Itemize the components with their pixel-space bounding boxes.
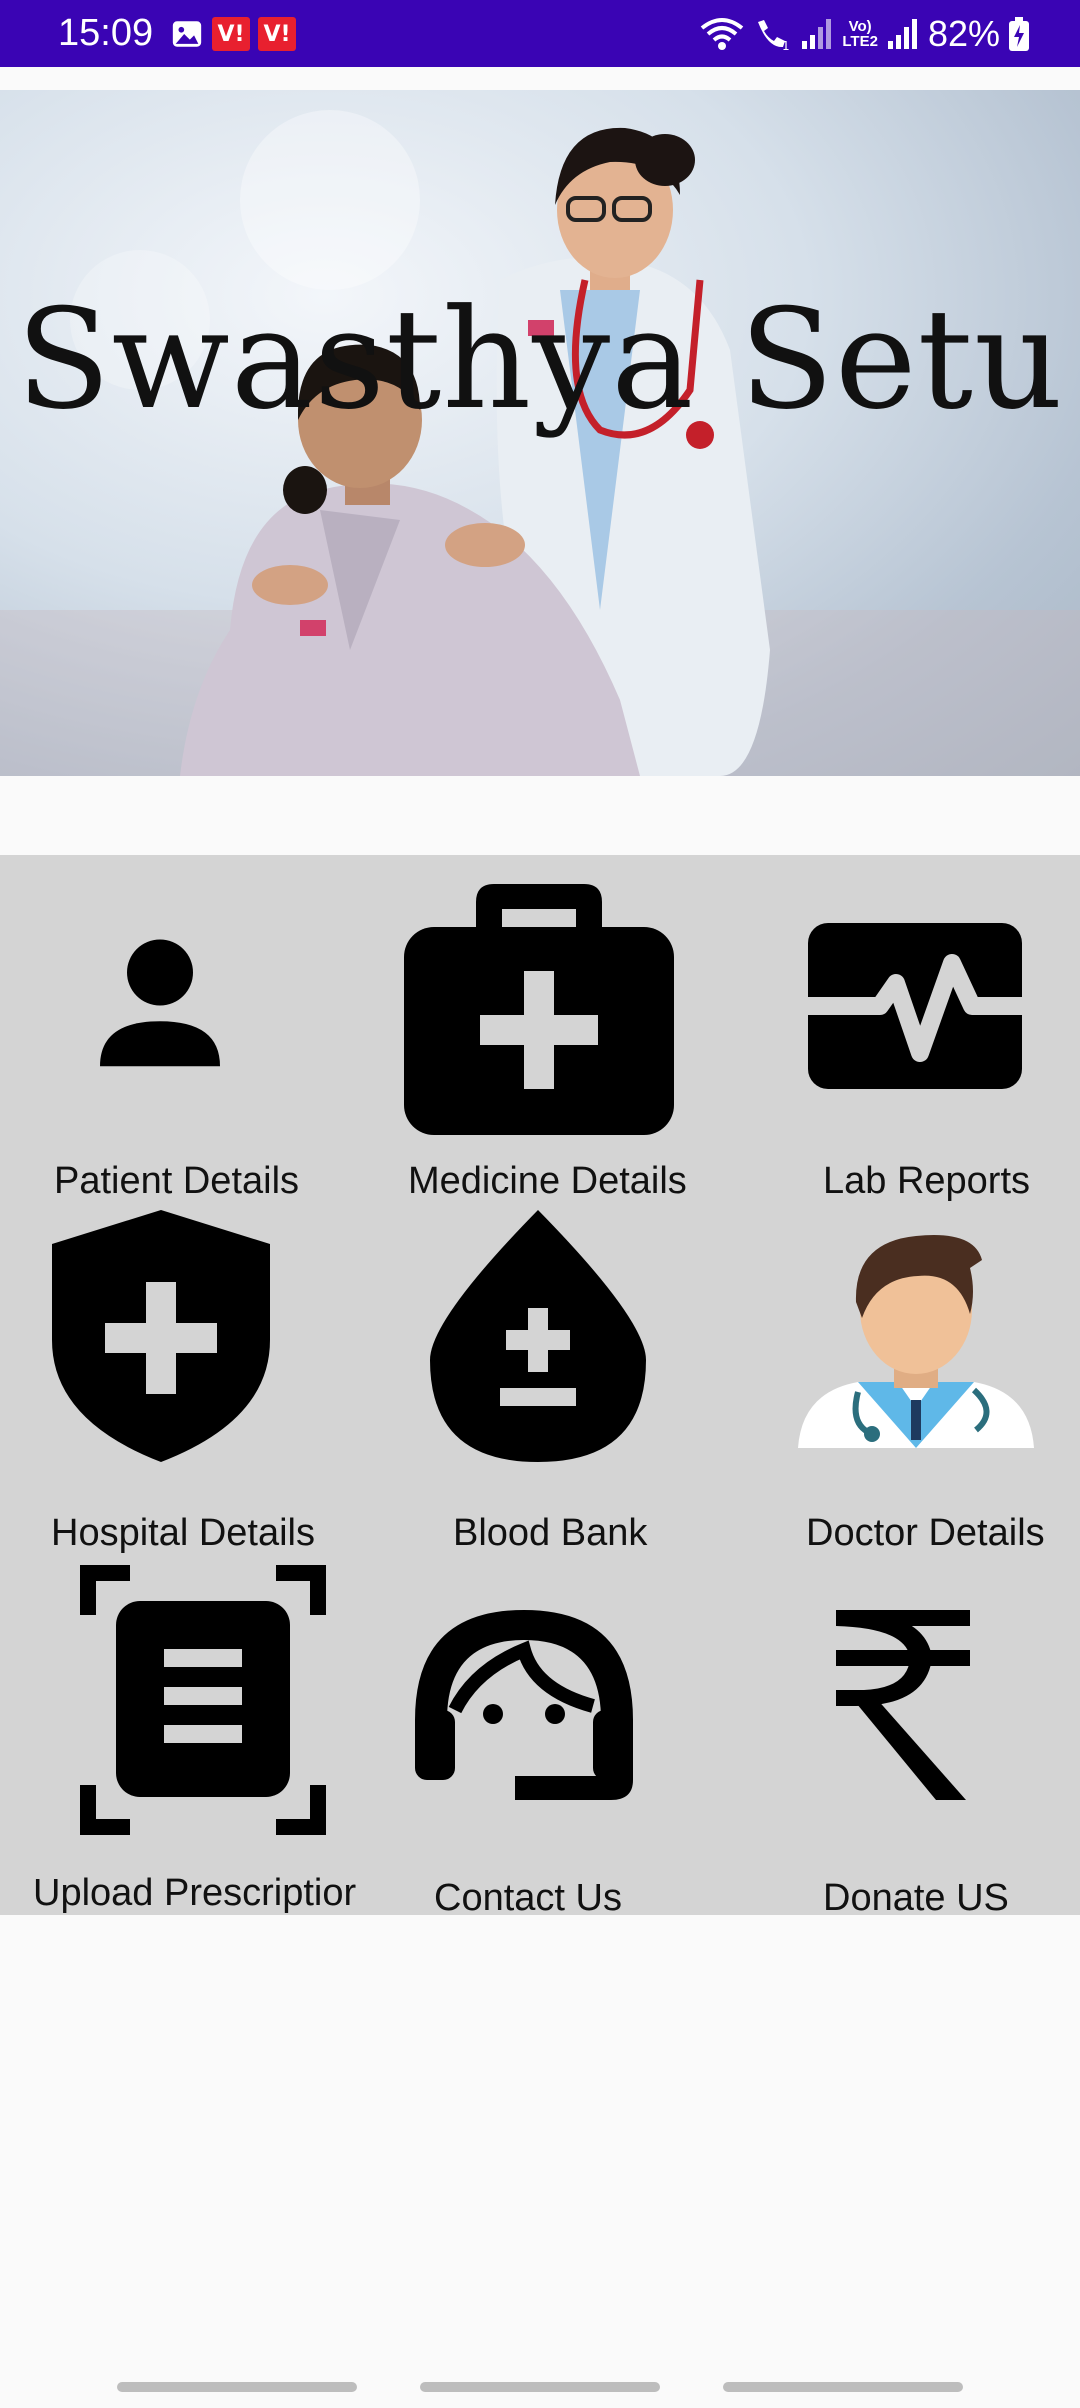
doctor-avatar-icon (798, 1235, 1034, 1448)
person-icon (100, 939, 220, 1067)
signal-sim2-icon (887, 19, 917, 49)
menu-item-lab-reports[interactable]: Lab Reports (720, 855, 1080, 1210)
wifi-call-icon: 1 (758, 20, 790, 52)
volte-line2: LTE2 (842, 33, 878, 50)
app-title: Swasthya Setu (16, 279, 1064, 440)
menu-item-label: Patient Details (54, 1160, 300, 1202)
menu-item-upload-prescription[interactable]: Upload Prescriptior (0, 1565, 360, 1915)
status-bar: 15:09 V! V! 1 Vo) LTE2 82% (0, 0, 1080, 67)
medical-bag-icon (404, 884, 674, 1135)
gallery-notification-icon (172, 21, 202, 47)
monitor-heart-icon (808, 923, 1022, 1089)
menu-item-label: Contact Us (434, 1877, 622, 1919)
hero-banner: Swasthya Setu (0, 90, 1080, 776)
nav-home-handle[interactable] (420, 2382, 660, 2392)
menu-item-label: Lab Reports (823, 1160, 1031, 1202)
menu-item-label: Medicine Details (408, 1160, 687, 1202)
battery-charging-icon (1009, 17, 1029, 51)
notification-icons: V! V! (170, 17, 296, 51)
volte-indicator: Vo) LTE2 (842, 19, 878, 49)
status-time: 15:09 (58, 12, 154, 54)
menu-item-label: Hospital Details (51, 1512, 315, 1554)
menu-item-blood-bank[interactable]: Blood Bank (360, 1210, 720, 1565)
menu-item-patient-details[interactable]: Patient Details (0, 855, 360, 1210)
menu-item-label: Blood Bank (453, 1512, 648, 1554)
shield-cross-icon (52, 1210, 270, 1462)
menu-item-hospital-details[interactable]: Hospital Details (0, 1210, 360, 1565)
menu-item-donate-us[interactable]: Donate US (720, 1565, 1080, 1919)
menu-item-medicine-details[interactable]: Medicine Details (360, 855, 720, 1210)
blood-drop-icon (430, 1210, 646, 1462)
menu-item-label: Doctor Details (806, 1512, 1045, 1554)
volte-line1: Vo) (848, 18, 872, 35)
svg-text:1: 1 (782, 39, 790, 52)
vi-notification-icon-2: V! (258, 17, 296, 51)
nav-back-handle[interactable] (117, 2382, 357, 2392)
system-status-icons: 1 Vo) LTE2 82% (700, 12, 1030, 56)
support-agent-icon (415, 1610, 633, 1800)
vi-notification-icon: V! (212, 17, 250, 51)
nav-recents-handle[interactable] (723, 2382, 963, 2392)
menu-item-doctor-details[interactable]: Doctor Details (720, 1210, 1080, 1565)
battery-percent: 82% (927, 13, 1000, 54)
menu-item-label: Upload Prescriptior (33, 1872, 357, 1914)
rupee-icon (836, 1610, 970, 1800)
wifi-icon (701, 18, 744, 50)
signal-sim1-icon (802, 19, 832, 49)
menu-item-contact-us[interactable]: Contact Us (360, 1565, 720, 1919)
menu-grid: Patient Details Medicine Details Lab Rep… (0, 855, 1080, 1919)
menu-item-label: Donate US (823, 1877, 1009, 1919)
document-scanner-icon (80, 1565, 326, 1835)
app-screen: 15:09 V! V! 1 Vo) LTE2 82% Swasthya Setu… (0, 0, 1080, 2408)
